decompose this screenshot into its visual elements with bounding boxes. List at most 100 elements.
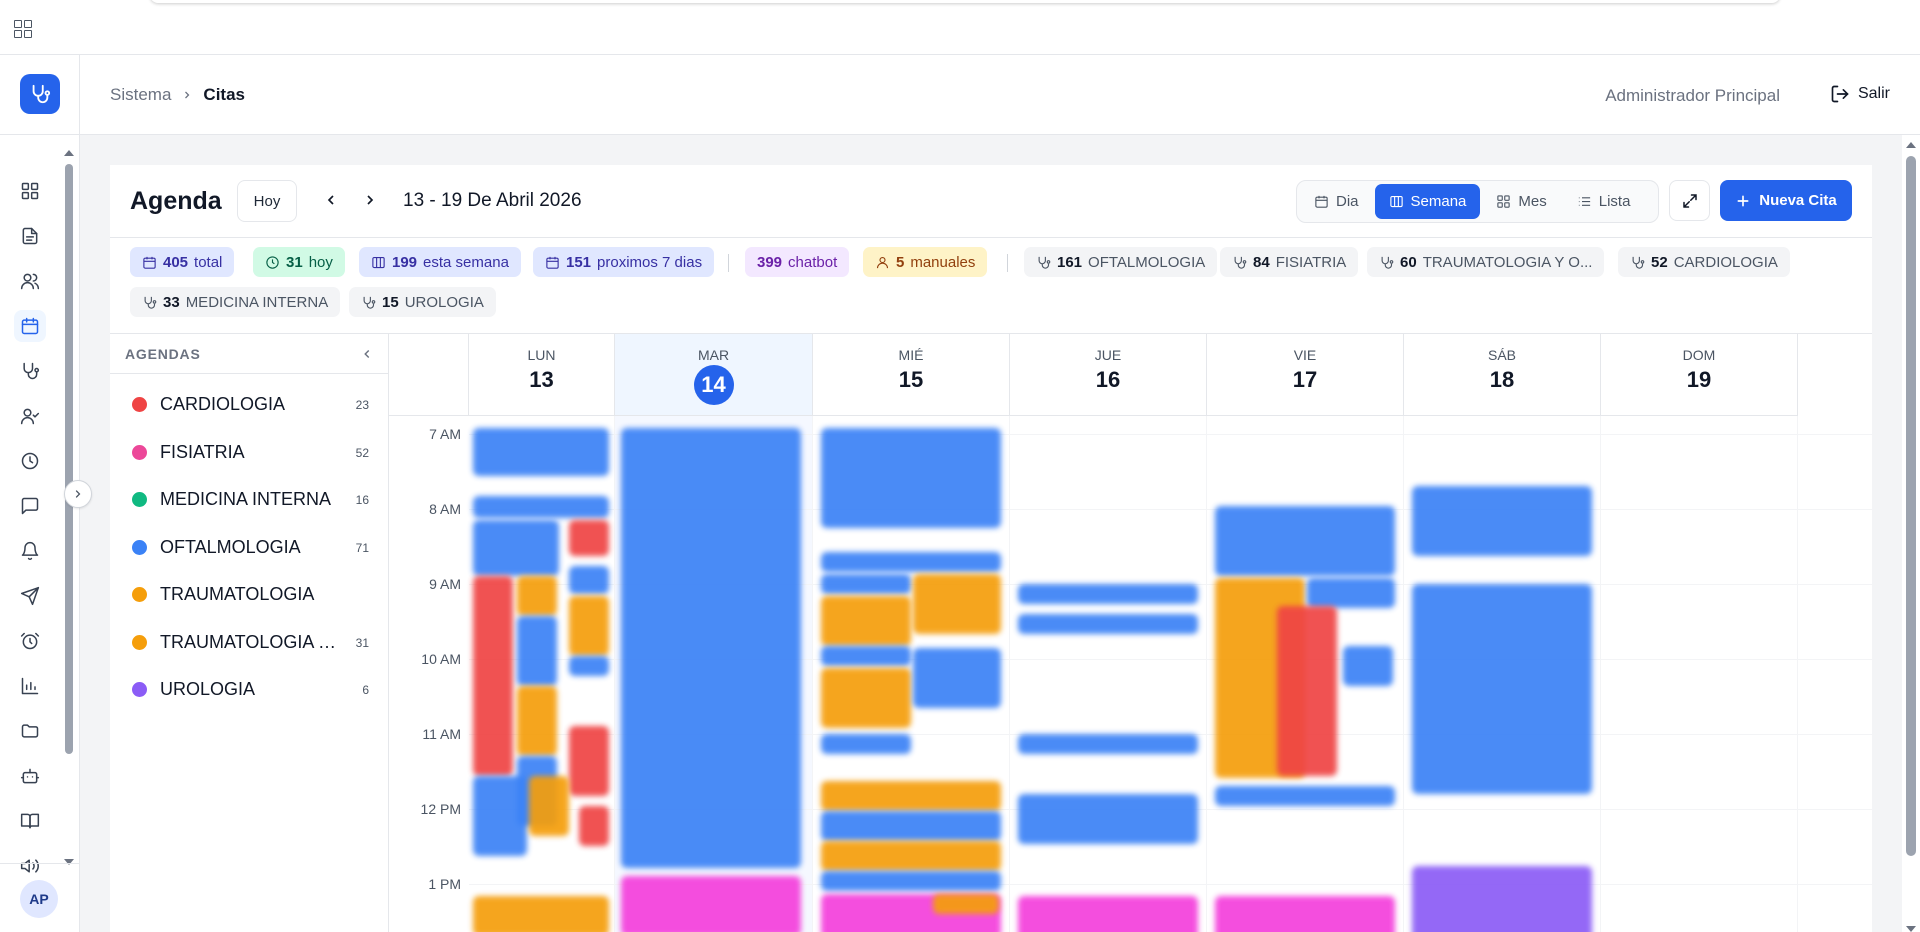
appointment-event[interactable]: [821, 428, 1001, 528]
appointment-event[interactable]: [821, 734, 911, 754]
sidebar-item-chat[interactable]: [14, 490, 46, 522]
appointment-event[interactable]: [473, 428, 609, 476]
breadcrumb-item-sistema[interactable]: Sistema: [110, 85, 171, 105]
sidebar-item-speaker[interactable]: [14, 850, 46, 882]
appointment-event[interactable]: [473, 896, 609, 932]
sidebar-item-folder[interactable]: [14, 715, 46, 747]
appointment-event[interactable]: [1307, 578, 1395, 608]
appointment-event[interactable]: [821, 574, 911, 594]
appointment-event[interactable]: [821, 871, 1001, 891]
appointment-event[interactable]: [1412, 584, 1592, 794]
sidebar-item-bot[interactable]: [14, 760, 46, 792]
sidebar-item-alarm[interactable]: [14, 625, 46, 657]
appointment-event[interactable]: [821, 811, 1001, 841]
appointment-event[interactable]: [821, 646, 911, 666]
appointment-event[interactable]: [517, 686, 557, 756]
appointment-event[interactable]: [579, 806, 609, 846]
next-week-button[interactable]: [357, 187, 383, 213]
appointment-event[interactable]: [569, 520, 609, 556]
appointment-event[interactable]: [569, 596, 609, 656]
view-day-button[interactable]: Dia: [1300, 184, 1373, 219]
apps-grid-icon[interactable]: [14, 20, 32, 38]
new-appointment-button[interactable]: Nueva Cita: [1720, 180, 1852, 221]
agenda-item[interactable]: TRAUMATOLOGIA Y ... 31: [110, 622, 389, 662]
appointment-event[interactable]: [1018, 584, 1198, 604]
appointment-event[interactable]: [621, 428, 801, 868]
appointment-event[interactable]: [517, 576, 557, 616]
appointment-event[interactable]: [1215, 786, 1395, 806]
sidebar-item-calendar[interactable]: [14, 310, 46, 342]
stat-specialty[interactable]: 84 FISIATRIA: [1220, 247, 1359, 277]
prev-week-button[interactable]: [318, 187, 344, 213]
appointment-event[interactable]: [821, 841, 1001, 871]
appointment-event[interactable]: [569, 726, 609, 796]
day-header[interactable]: JUE 16: [1010, 334, 1207, 416]
appointment-event[interactable]: [933, 894, 999, 914]
sidebar-item-bell[interactable]: [14, 535, 46, 567]
agenda-item[interactable]: CARDIOLOGIA 23: [110, 384, 389, 424]
stethoscope-icon[interactable]: [20, 74, 60, 114]
appointment-event[interactable]: [1018, 896, 1198, 932]
avatar[interactable]: AP: [20, 880, 58, 918]
appointment-event[interactable]: [473, 776, 527, 856]
sidebar-item-users[interactable]: [14, 265, 46, 297]
logout-button[interactable]: Salir: [1830, 84, 1890, 104]
day-header[interactable]: DOM 19: [1601, 334, 1798, 416]
appointment-event[interactable]: [1018, 794, 1198, 844]
appointment-event[interactable]: [1215, 896, 1395, 932]
sidebar-scrollbar[interactable]: [64, 150, 74, 865]
stat-specialty[interactable]: 33 MEDICINA INTERNA: [130, 287, 341, 317]
appointment-event[interactable]: [473, 576, 513, 776]
appointment-event[interactable]: [821, 781, 1001, 811]
appointment-event[interactable]: [913, 648, 1001, 708]
stat-specialty[interactable]: 161 OFTALMOLOGIA: [1024, 247, 1218, 277]
agenda-item[interactable]: MEDICINA INTERNA 16: [110, 479, 389, 519]
day-column[interactable]: [1601, 416, 1798, 932]
fullscreen-button[interactable]: [1669, 180, 1710, 221]
day-header[interactable]: MIÉ 15: [813, 334, 1010, 416]
day-header[interactable]: MAR 14: [615, 334, 813, 416]
appointment-event[interactable]: [1412, 486, 1592, 556]
view-month-button[interactable]: Mes: [1482, 184, 1560, 219]
appointment-event[interactable]: [821, 552, 1001, 572]
appointment-event[interactable]: [913, 574, 1001, 634]
appointment-event[interactable]: [1215, 506, 1395, 576]
appointment-event[interactable]: [621, 876, 801, 932]
sidebar-item-chart[interactable]: [14, 670, 46, 702]
sidebar-item-clock[interactable]: [14, 445, 46, 477]
agenda-item[interactable]: TRAUMATOLOGIA: [110, 574, 389, 614]
stat-specialty[interactable]: 15 UROLOGIA: [349, 287, 496, 317]
view-list-button[interactable]: Lista: [1563, 184, 1645, 219]
appointment-event[interactable]: [821, 596, 911, 646]
appointment-event[interactable]: [1018, 734, 1198, 754]
appointment-event[interactable]: [517, 616, 557, 686]
sidebar-item-user-check[interactable]: [14, 400, 46, 432]
appointment-event[interactable]: [1277, 606, 1337, 776]
appointment-event[interactable]: [1412, 866, 1592, 932]
day-header[interactable]: LUN 13: [469, 334, 615, 416]
sidebar-item-book[interactable]: [14, 805, 46, 837]
collapse-agendas-button[interactable]: [357, 344, 377, 364]
sidebar-item-dashboard[interactable]: [14, 175, 46, 207]
agenda-item[interactable]: FISIATRIA 52: [110, 432, 389, 472]
appointment-event[interactable]: [821, 668, 911, 728]
page-scrollbar[interactable]: [1904, 142, 1918, 932]
day-header[interactable]: VIE 17: [1207, 334, 1404, 416]
appointment-event[interactable]: [1018, 614, 1198, 634]
day-column[interactable]: [1010, 416, 1207, 932]
appointment-event[interactable]: [569, 656, 609, 676]
stat-specialty[interactable]: 52 CARDIOLOGIA: [1618, 247, 1790, 277]
sidebar-item-document[interactable]: [14, 220, 46, 252]
agenda-item[interactable]: UROLOGIA 6: [110, 669, 389, 709]
appointment-event[interactable]: [569, 566, 609, 594]
sidebar-expand-button[interactable]: [64, 480, 92, 508]
appointment-event[interactable]: [1343, 646, 1393, 686]
appointment-event[interactable]: [473, 520, 559, 576]
today-button[interactable]: Hoy: [237, 180, 297, 222]
stat-specialty[interactable]: 60 TRAUMATOLOGIA Y O...: [1367, 247, 1605, 277]
agenda-item[interactable]: OFTALMOLOGIA 71: [110, 527, 389, 567]
appointment-event[interactable]: [473, 496, 609, 518]
address-bar[interactable]: [150, 0, 1780, 3]
view-week-button[interactable]: Semana: [1374, 184, 1481, 219]
day-header[interactable]: SÁB 18: [1404, 334, 1601, 416]
